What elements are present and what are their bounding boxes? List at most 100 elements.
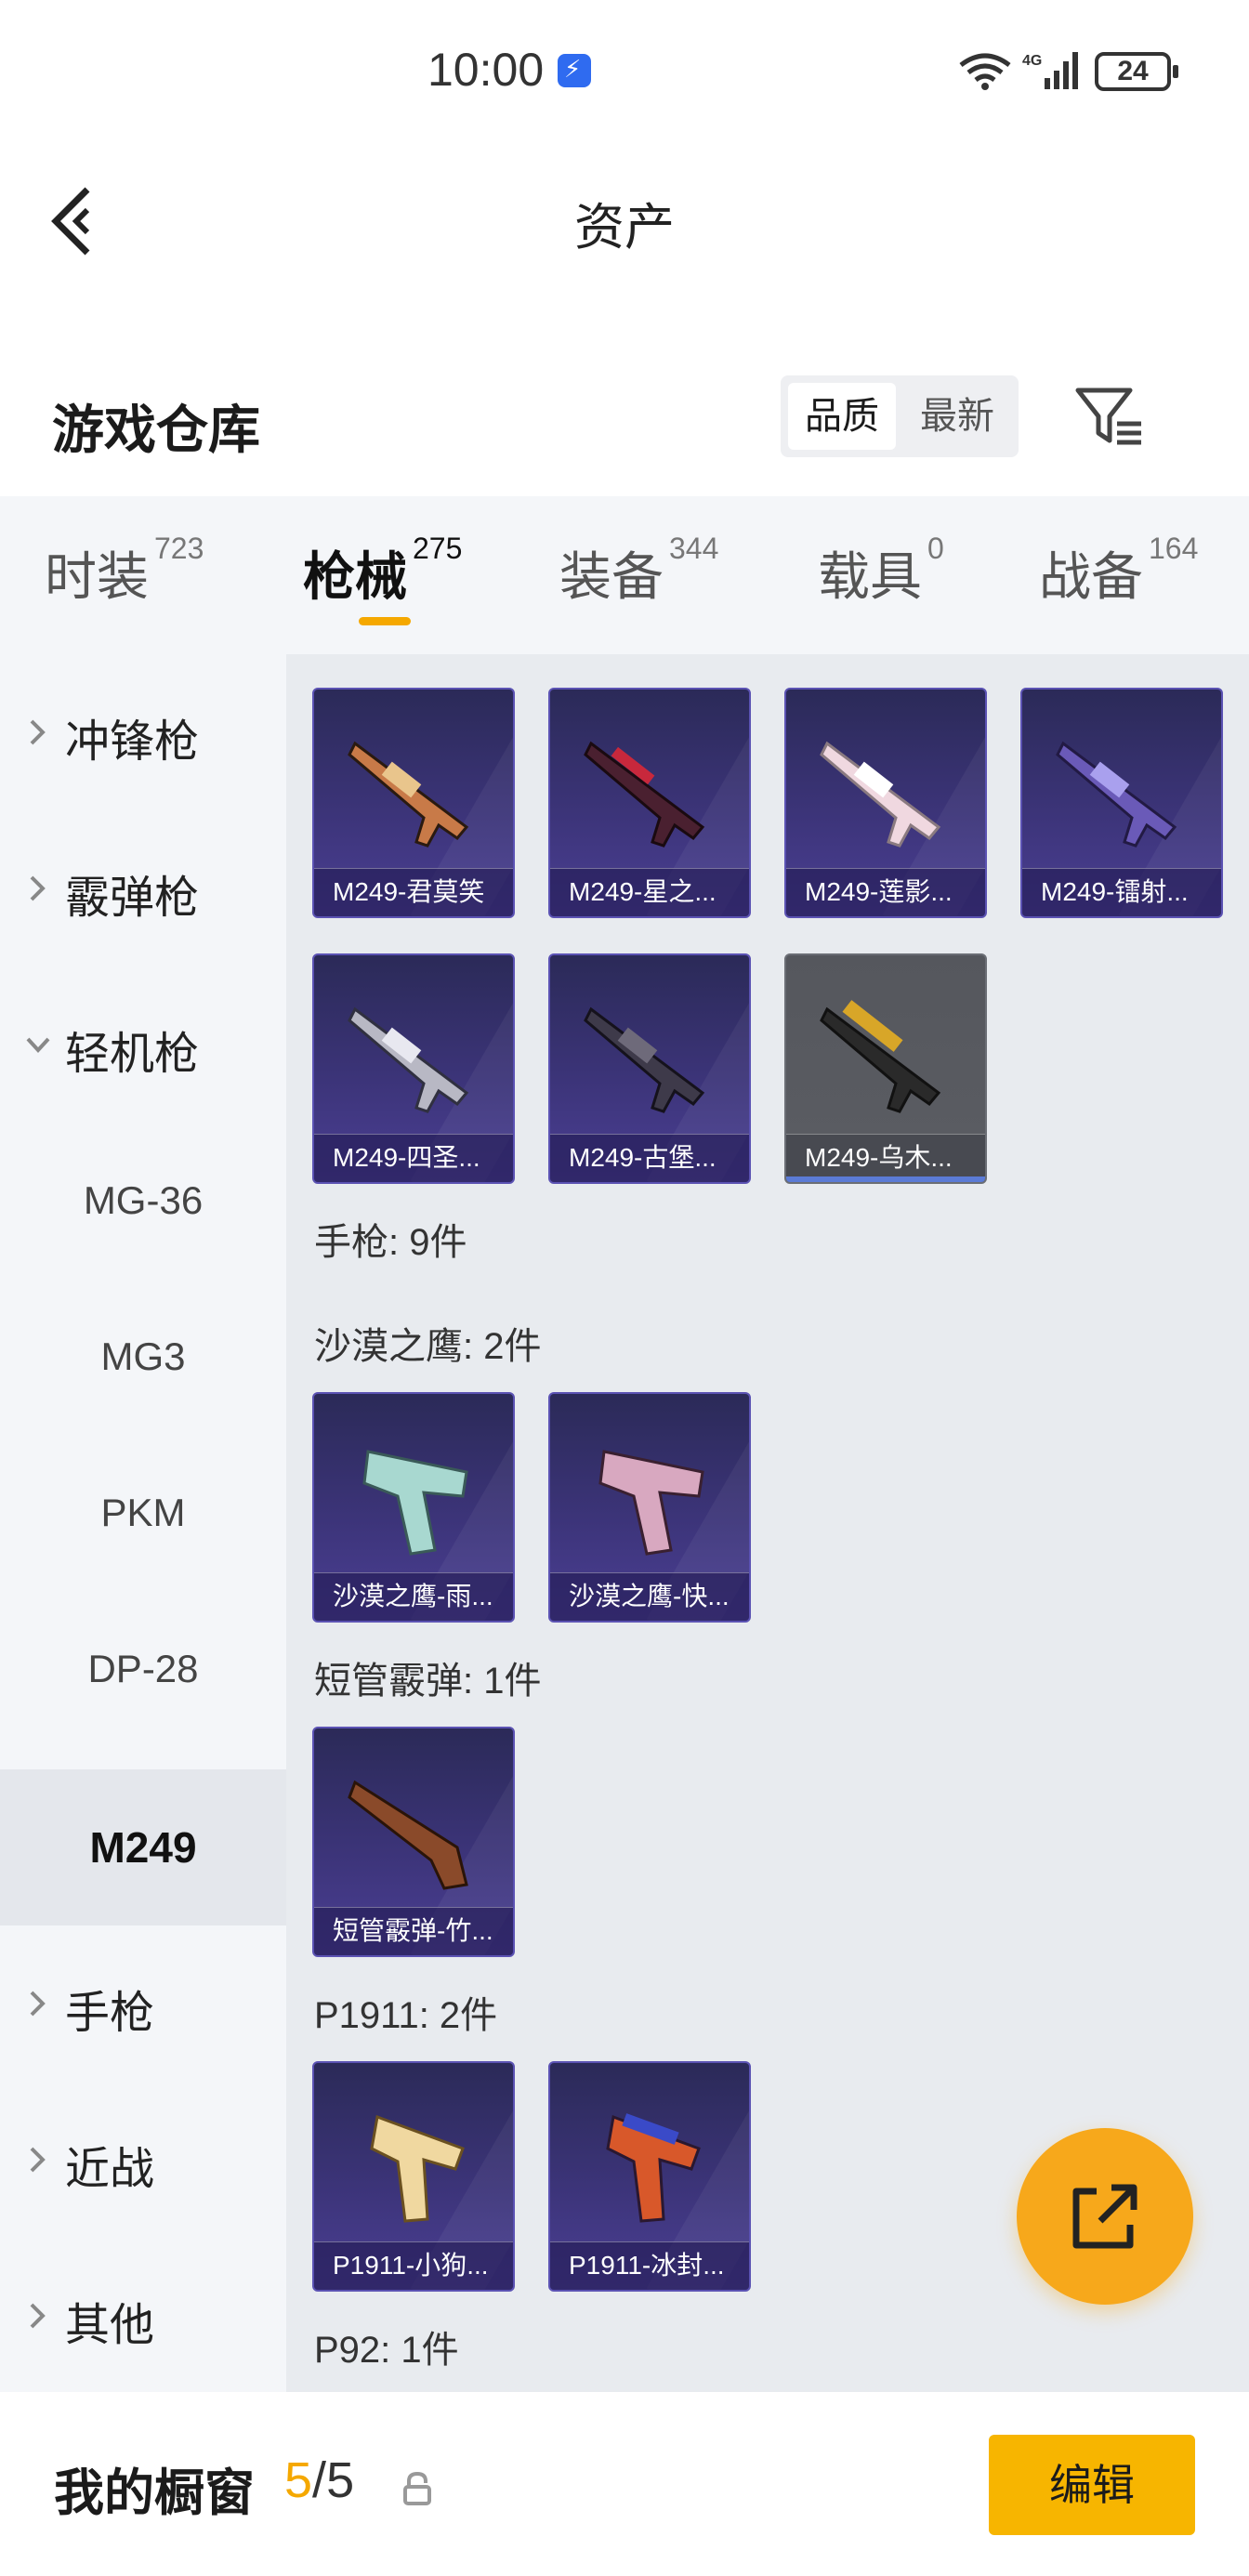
- edit-button[interactable]: 编辑: [989, 2435, 1195, 2535]
- showcase-count: 5/5: [284, 2451, 354, 2509]
- signal-icon: 4G: [1022, 52, 1078, 89]
- lmg-icon: [820, 1000, 941, 1113]
- lmg-icon: [348, 1006, 469, 1113]
- skin-card[interactable]: P1911-冰封...: [548, 2061, 751, 2292]
- sidebar-item-smg[interactable]: 冲锋枪: [0, 654, 286, 810]
- showcase-label: 我的橱窗: [54, 2465, 255, 2521]
- weapon-type-sidebar: 冲锋枪 霰弹枪 轻机枪 MG-36 MG3 PKM DP-28 M249 手枪 …: [0, 654, 286, 2392]
- sidebar-item-label: 冲锋枪: [65, 717, 200, 767]
- shotgun-icon: [348, 1780, 468, 1890]
- chevron-right-icon: [30, 2147, 46, 2173]
- skin-card[interactable]: M249-莲影...: [784, 688, 987, 918]
- sidebar-item-pistol[interactable]: 手枪: [0, 1925, 286, 2082]
- lmg-icon: [348, 741, 469, 848]
- sidebar-item-lmg[interactable]: 轻机枪: [0, 966, 286, 1123]
- section-header-short-shotgun: 短管霰弹: 1件: [314, 1661, 542, 1702]
- battery-level: 24: [1117, 56, 1149, 86]
- chevron-right-icon: [30, 2303, 46, 2329]
- section-header-deagle: 沙漠之鹰: 2件: [314, 1326, 542, 1367]
- card-caption: M249-镭射...: [1022, 868, 1221, 916]
- filter-icon[interactable]: [1074, 385, 1145, 448]
- skin-card[interactable]: 短管霰弹-竹...: [312, 1727, 515, 1957]
- showcase-total: 5: [326, 2452, 355, 2508]
- sidebar-item-label: 近战: [65, 2145, 155, 2194]
- card-caption: M249-乌木...: [786, 1134, 985, 1182]
- lmg-icon: [584, 1006, 705, 1113]
- lmg-icon: [1056, 741, 1177, 848]
- pistol-icon: [598, 1450, 704, 1556]
- lmg-icon: [584, 741, 705, 848]
- tab-firearms[interactable]: 枪械 275: [303, 532, 462, 610]
- boost-icon: [558, 54, 591, 87]
- skin-card[interactable]: M249-乌木...: [784, 953, 987, 1184]
- card-caption: 沙漠之鹰-快...: [550, 1572, 749, 1621]
- sort-toggle: 品质 最新: [781, 375, 1019, 457]
- tab-equipment[interactable]: 装备 344: [559, 532, 719, 610]
- card-caption: M249-莲影...: [786, 868, 985, 916]
- section-header-p92: P92: 1件: [314, 2330, 459, 2371]
- warehouse-title: 游戏仓库: [52, 401, 260, 459]
- pistol-icon: [370, 2114, 465, 2223]
- sidebar-subitem-pkm[interactable]: PKM: [0, 1435, 286, 1591]
- section-header-pistol: 手枪: 9件: [314, 1222, 467, 1263]
- sidebar-item-shotgun[interactable]: 霰弹枪: [0, 810, 286, 966]
- skin-card[interactable]: 沙漠之鹰-雨...: [312, 1392, 515, 1623]
- tab-label: 装备: [559, 547, 664, 606]
- sidebar-subitem-mg36[interactable]: MG-36: [0, 1123, 286, 1279]
- battery-icon: 24: [1095, 52, 1178, 91]
- svg-text:4G: 4G: [1022, 53, 1042, 69]
- skin-card[interactable]: M249-星之...: [548, 688, 751, 918]
- skin-card[interactable]: M249-古堡...: [548, 953, 751, 1184]
- pistol-icon: [606, 2113, 701, 2223]
- skin-card[interactable]: M249-四圣...: [312, 953, 515, 1184]
- page-title: 资产: [574, 200, 675, 256]
- tab-fashion[interactable]: 时装 723: [45, 532, 204, 610]
- category-tabs: 时装 723 枪械 275 装备 344 载具 0 战备 164: [0, 496, 1249, 654]
- tab-tactical[interactable]: 战备 164: [1039, 532, 1199, 610]
- sidebar-subitem-mg3[interactable]: MG3: [0, 1279, 286, 1435]
- tab-count: 164: [1149, 532, 1199, 565]
- skin-card[interactable]: M249-君莫笑: [312, 688, 515, 918]
- showcase-separator: /: [312, 2452, 327, 2508]
- sidebar-item-other[interactable]: 其他: [0, 2238, 286, 2394]
- share-button[interactable]: [1017, 2128, 1193, 2305]
- skin-card[interactable]: M249-镭射...: [1020, 688, 1223, 918]
- section-header-p1911: P1911: 2件: [314, 1995, 498, 2036]
- status-bar: 10:00 4G 24: [0, 0, 1249, 139]
- wifi-icon: [959, 53, 1011, 90]
- bottom-bar: 我的橱窗 5/5 编辑: [0, 2392, 1249, 2576]
- tab-label: 载具: [818, 547, 922, 606]
- sort-quality-button[interactable]: 品质: [788, 383, 896, 450]
- card-caption: 沙漠之鹰-雨...: [314, 1572, 513, 1621]
- skin-card[interactable]: P1911-小狗...: [312, 2061, 515, 2292]
- tab-count: 344: [669, 532, 719, 565]
- lmg-icon: [820, 741, 941, 848]
- sort-newest-button[interactable]: 最新: [903, 383, 1011, 450]
- card-caption: M249-古堡...: [550, 1134, 749, 1182]
- card-caption: P1911-小狗...: [314, 2241, 513, 2290]
- tab-vehicles[interactable]: 载具 0: [818, 532, 944, 610]
- pistol-icon: [362, 1450, 468, 1556]
- sidebar-item-melee[interactable]: 近战: [0, 2082, 286, 2238]
- skin-card[interactable]: 沙漠之鹰-快...: [548, 1392, 751, 1623]
- sidebar-subitem-m249[interactable]: M249: [0, 1769, 286, 1925]
- card-caption: M249-四圣...: [314, 1134, 513, 1182]
- card-caption: P1911-冰封...: [550, 2241, 749, 2290]
- status-time: 10:00: [427, 44, 545, 96]
- sidebar-subitem-dp28[interactable]: DP-28: [0, 1591, 286, 1747]
- tab-count: 723: [154, 532, 204, 565]
- card-caption: 短管霰弹-竹...: [314, 1907, 513, 1955]
- sidebar-item-label: 霰弹枪: [65, 874, 200, 923]
- chevron-right-icon: [30, 719, 46, 745]
- tab-label: 枪械: [303, 547, 407, 606]
- share-icon: [1072, 2184, 1137, 2249]
- tab-label: 战备: [1039, 547, 1143, 606]
- card-caption: M249-星之...: [550, 868, 749, 916]
- lock-icon: [403, 2471, 431, 2505]
- sidebar-item-label: 手枪: [65, 1989, 155, 2038]
- active-tab-indicator: [359, 617, 411, 625]
- tab-count: 0: [927, 532, 944, 565]
- tab-label: 时装: [45, 547, 149, 606]
- chevron-down-icon: [26, 1037, 50, 1053]
- card-caption: M249-君莫笑: [314, 868, 513, 916]
